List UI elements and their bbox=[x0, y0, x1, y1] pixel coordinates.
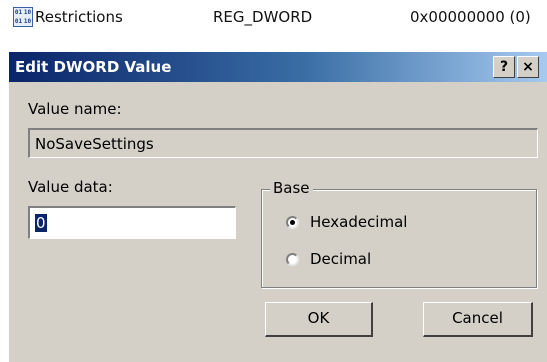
close-button[interactable]: × bbox=[517, 56, 539, 78]
dialog-titlebar[interactable]: Edit DWORD Value ? × bbox=[9, 52, 547, 82]
value-name-label: Value name: bbox=[28, 100, 122, 118]
value-name-text: NoSaveSettings bbox=[35, 135, 154, 153]
icon-glyph: 01 bbox=[14, 9, 23, 16]
radio-selected-icon bbox=[286, 216, 299, 229]
radio-dot-icon bbox=[290, 220, 295, 225]
value-data-input[interactable]: 0 bbox=[28, 206, 236, 239]
hexadecimal-label: Hexadecimal bbox=[310, 213, 408, 231]
decimal-label: Decimal bbox=[310, 250, 372, 268]
registry-value-name: Restrictions bbox=[35, 8, 123, 26]
cancel-button[interactable]: Cancel bbox=[423, 302, 533, 337]
registry-value-data: 0x00000000 (0) bbox=[410, 8, 531, 26]
base-group-title: Base bbox=[270, 179, 313, 197]
value-data-label: Value data: bbox=[28, 178, 113, 196]
value-name-field: NoSaveSettings bbox=[28, 128, 538, 158]
edit-dword-dialog: Edit DWORD Value ? × Value name: NoSaveS… bbox=[9, 52, 547, 362]
radio-unselected-icon bbox=[286, 253, 299, 266]
registry-value-type: REG_DWORD bbox=[213, 8, 313, 26]
value-data-text: 0 bbox=[35, 214, 47, 232]
dialog-title: Edit DWORD Value bbox=[15, 58, 172, 76]
registry-list-row[interactable]: 01 10 01 10 Restrictions REG_DWORD 0x000… bbox=[0, 0, 547, 46]
base-groupbox: Base Hexadecimal Decimal bbox=[261, 179, 537, 288]
ok-button[interactable]: OK bbox=[265, 302, 373, 337]
icon-glyph: 01 bbox=[14, 18, 23, 25]
icon-glyph: 10 bbox=[23, 18, 32, 25]
icon-glyph: 10 bbox=[23, 9, 32, 16]
registry-binary-icon: 01 10 01 10 bbox=[13, 7, 33, 27]
help-button[interactable]: ? bbox=[493, 56, 515, 78]
screenshot-root: 01 10 01 10 Restrictions REG_DWORD 0x000… bbox=[0, 0, 547, 362]
